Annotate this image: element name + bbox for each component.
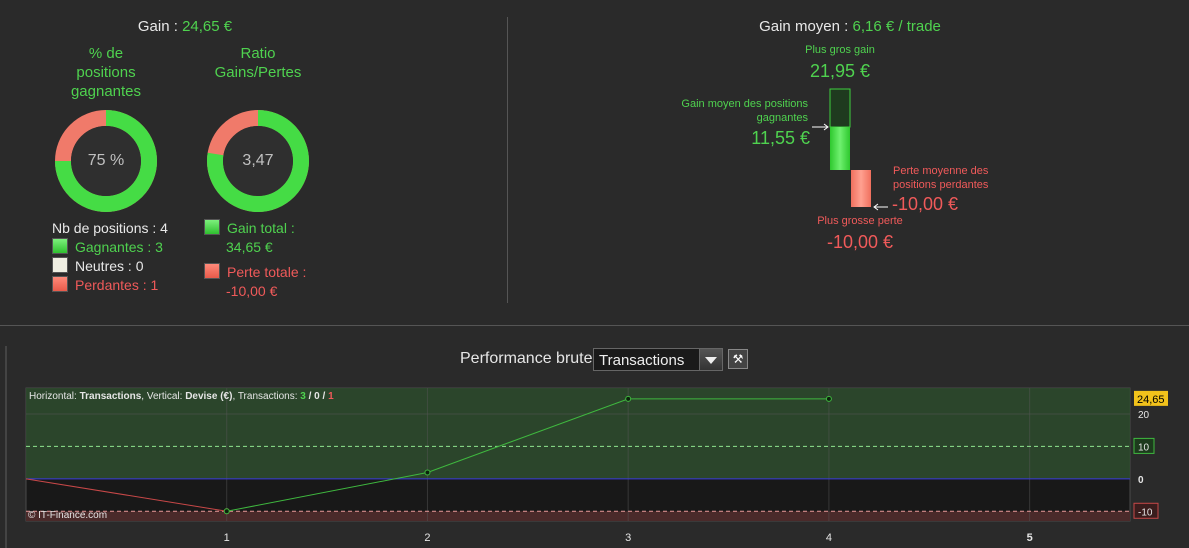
y-tick-label: 10 (1138, 442, 1150, 453)
data-point (625, 395, 632, 402)
y-tick-label: 0 (1138, 475, 1144, 486)
horizontal-divider (0, 325, 1189, 326)
total-loss-value: -10,00 € (226, 283, 278, 299)
legend-winning-label: Gagnantes : 3 (75, 239, 163, 255)
chart-info-part: / (320, 391, 328, 402)
performance-select-value: Transactions (599, 352, 685, 369)
x-tick-label: 2 (424, 532, 430, 544)
data-point (424, 469, 431, 476)
max-gain-label: Plus gros gain (805, 44, 875, 56)
avg-win-value: 11,55 € (751, 128, 810, 148)
chevron-down-icon[interactable] (699, 349, 722, 370)
max-gain-value: 21,95 € (809, 61, 871, 81)
win-rate-title-line: positions (76, 64, 136, 81)
white-square-icon (52, 257, 68, 273)
x-tick-label: 3 (625, 532, 631, 544)
red-square-icon (52, 276, 68, 292)
vertical-divider (507, 17, 508, 303)
avg-loss-value: -10,00 € (892, 194, 959, 214)
chart-info-part: Horizontal: (29, 391, 80, 402)
avg-win-label: Gain moyen des positions gagnantes (672, 97, 808, 125)
current-value-label: 24,65 (1137, 394, 1165, 406)
legend-losing-label: Perdantes : 1 (75, 277, 159, 293)
max-loss-value: -10,00 € (826, 232, 894, 252)
legend-neutral-label: Neutres : 0 (75, 258, 144, 274)
total-loss-label: Perte totale : (227, 264, 307, 280)
x-tick-label: 1 (224, 532, 230, 544)
copyright: © IT-Finance.com (28, 510, 107, 521)
y-tick-label: -10 (1138, 507, 1153, 518)
avg-win-bar (830, 127, 850, 170)
avg-win-label-line: gagnantes (756, 112, 808, 124)
chart-info-part: , Transactions: (232, 391, 300, 402)
chart-info-part: Transactions (80, 391, 142, 402)
performance-chart: 1 2 3 4 5 20 10 0 -10 24,65 Horizontal: Transactio… (25, 387, 1168, 544)
chart-info: Horizontal: Transactions, Vertical: Devi… (29, 391, 334, 402)
legend-losing: Perdantes : 1 (52, 276, 168, 295)
ratio-title-line: Ratio (240, 45, 276, 62)
average-bars (812, 88, 888, 211)
win-rate-value: 75 % (87, 152, 125, 169)
performance-select[interactable]: Transactions (593, 348, 723, 371)
chart-info-part: Devise (€) (185, 391, 232, 402)
avg-loss-bar (851, 170, 871, 207)
gain-label: Gain : (137, 18, 183, 35)
avg-loss-label-line: Perte moyenne des (893, 165, 989, 177)
avg-win-label-line: Gain moyen des positions (681, 98, 808, 110)
avg-loss-label-line: positions perdantes (893, 179, 989, 191)
win-rate-title-line: gagnantes (70, 83, 142, 100)
totals-legend: Gain total : 34,65 € Perte totale : -10,… (204, 219, 306, 301)
max-loss-label: Plus grosse perte (817, 215, 903, 227)
total-gain: Gain total : (204, 219, 306, 238)
average-value: 6,16 € / trade (852, 18, 941, 35)
avg-loss-label: Perte moyenne des positions perdantes (893, 164, 1013, 192)
red-square-icon (204, 263, 220, 279)
average-header: Gain moyen : 6,16 € / trade (690, 18, 1010, 35)
chart-info-part: 1 (328, 391, 334, 402)
win-rate-title: % de positions gagnantes (40, 44, 172, 101)
average-label: Gain moyen : (759, 18, 853, 35)
ratio-donut: 3,47 (206, 109, 310, 213)
legend-winning: Gagnantes : 3 (52, 238, 168, 257)
data-point (825, 395, 832, 402)
wrench-icon[interactable]: ⚒ (728, 349, 748, 369)
x-tick-label: 4 (826, 532, 832, 544)
performance-label: Performance brute (460, 350, 593, 367)
green-square-icon (204, 219, 220, 235)
total-gain-value: 34,65 € (226, 239, 273, 255)
total-loss: Perte totale : (204, 263, 306, 282)
total-gain-label: Gain total : (227, 220, 295, 236)
ratio-value: 3,47 (242, 152, 274, 169)
legend-neutral: Neutres : 0 (52, 257, 168, 276)
green-square-icon (52, 238, 68, 254)
win-rate-donut: 75 % (54, 109, 158, 213)
gain-header: Gain : 24,65 € (0, 18, 370, 35)
chart-negative-zone (26, 511, 1130, 521)
y-tick-label: 20 (1138, 410, 1150, 421)
data-point (223, 508, 230, 515)
win-rate-title-line: % de (88, 45, 124, 62)
chart-info-part: , Vertical: (141, 391, 185, 402)
max-gain-bar (829, 88, 851, 128)
x-tick-label: 5 (1027, 532, 1033, 544)
ratio-title: Ratio Gains/Pertes (192, 44, 324, 82)
positions-count: Nb de positions : 4 (52, 220, 168, 236)
chart-info-part: / (306, 391, 314, 402)
gain-value: 24,65 € (182, 18, 233, 35)
positions-legend: Nb de positions : 4 Gagnantes : 3 Neutre… (52, 219, 168, 295)
ratio-title-line: Gains/Pertes (214, 64, 302, 81)
